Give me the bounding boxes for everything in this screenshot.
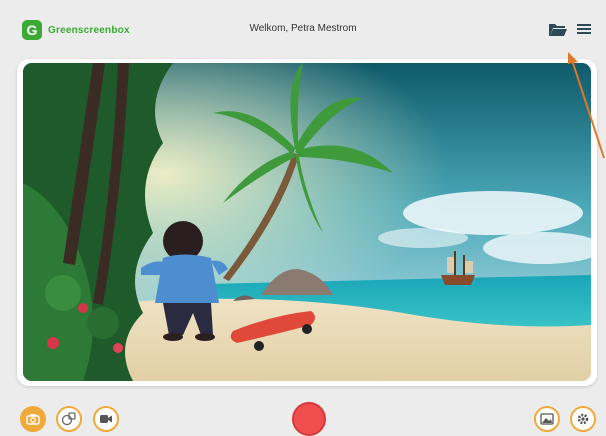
beach-scene-image xyxy=(23,63,591,381)
settings-button[interactable] xyxy=(570,406,596,432)
background-image-button[interactable] xyxy=(534,406,560,432)
video-mode-button[interactable] xyxy=(93,406,119,432)
record-button[interactable] xyxy=(292,402,326,436)
folder-open-icon xyxy=(549,24,567,36)
welcome-message: Welkom, Petra Mestrom xyxy=(249,23,357,34)
sticker-icon xyxy=(61,412,76,426)
app-header: G Greenscreenbox Welkom, Petra Mestrom xyxy=(0,0,606,58)
menu-button[interactable] xyxy=(576,21,592,37)
greenscreen-stage[interactable] xyxy=(23,63,591,381)
camera-icon xyxy=(26,414,40,425)
gear-icon xyxy=(577,413,589,425)
image-icon xyxy=(540,413,554,425)
video-camera-icon xyxy=(100,415,112,423)
photo-mode-button[interactable] xyxy=(20,406,46,432)
open-folder-button[interactable] xyxy=(548,22,568,38)
hamburger-menu-icon xyxy=(577,24,591,34)
sticker-mode-button[interactable] xyxy=(56,406,82,432)
annotation-arrow xyxy=(568,52,605,159)
